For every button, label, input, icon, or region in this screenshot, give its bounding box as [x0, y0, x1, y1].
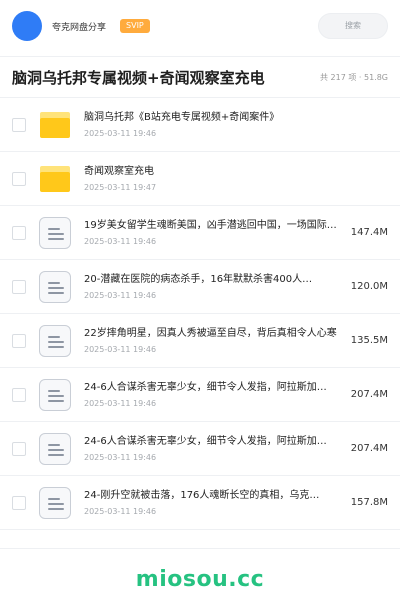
watermark: miosou.cc [135, 567, 265, 592]
list-item[interactable]: 20-潜藏在医院的病态杀手，16年默默杀害400人… 2025-03-11 19… [0, 260, 400, 314]
footer: miosou.cc [0, 548, 400, 600]
list-item[interactable]: 24-刚升空就被击落，176人魂断长空的真相，乌克… 2025-03-11 19… [0, 476, 400, 530]
item-date: 2025-03-11 19:46 [84, 290, 157, 300]
share-summary: 共 217 项 · 51.8G [320, 72, 388, 82]
item-date: 2025-03-11 19:46 [84, 506, 157, 516]
item-date: 2025-03-11 19:47 [84, 182, 157, 192]
select-checkbox[interactable] [12, 117, 26, 132]
item-date: 2025-03-11 19:46 [84, 236, 157, 246]
select-checkbox[interactable] [12, 225, 26, 240]
item-size: 135.5M [350, 335, 388, 346]
search-input[interactable]: 搜索 [318, 13, 388, 39]
select-checkbox[interactable] [12, 333, 26, 348]
item-info: 奇闻观察室充电 2025-03-11 19:47 [84, 165, 382, 193]
item-info: 24-6人合谋杀害无辜少女，细节令人发指，阿拉斯加… 2025-03-11 19… [84, 435, 345, 463]
item-size: 120.0M [350, 281, 388, 292]
select-checkbox[interactable] [12, 495, 26, 510]
item-info: 脑洞乌托邦《B站充电专属视频+奇闻案件》 2025-03-11 19:46 [84, 111, 382, 139]
list-item[interactable]: 脑洞乌托邦《B站充电专属视频+奇闻案件》 2025-03-11 19:46 [0, 98, 400, 152]
document-icon [38, 378, 72, 412]
select-checkbox[interactable] [12, 387, 26, 402]
item-name: 22岁摔角明星，因真人秀被逼至自尽，背后真相令人心寒 [84, 327, 337, 339]
item-name: 20-潜藏在医院的病态杀手，16年默默杀害400人… [84, 273, 313, 285]
item-info: 19岁美女留学生魂断美国，凶手潜逃回中国，一场国际大追捕 2025-03-11 … [84, 219, 345, 247]
share-title-bar: 脑洞乌托邦专属视频+奇闻观察室充电 共 217 项 · 51.8G [0, 56, 400, 98]
brand-label: 夸克网盘分享 [52, 22, 107, 33]
select-checkbox[interactable] [12, 171, 26, 186]
item-size: 207.4M [350, 389, 388, 400]
document-icon [38, 324, 72, 358]
document-icon [38, 486, 72, 520]
select-checkbox[interactable] [12, 279, 26, 294]
folder-icon [38, 162, 72, 196]
item-date: 2025-03-11 19:46 [84, 398, 157, 408]
vip-badge[interactable]: SVIP [120, 19, 150, 33]
item-date: 2025-03-11 19:46 [84, 128, 157, 138]
item-size: 157.8M [350, 497, 388, 508]
item-size: 147.4M [350, 227, 388, 238]
item-date: 2025-03-11 19:46 [84, 344, 157, 354]
list-item[interactable]: 19岁美女留学生魂断美国，凶手潜逃回中国，一场国际大追捕 2025-03-11 … [0, 206, 400, 260]
avatar[interactable] [12, 11, 42, 41]
item-name: 24-6人合谋杀害无辜少女，细节令人发指，阿拉斯加… [84, 381, 327, 393]
item-size: 207.4M [350, 443, 388, 454]
folder-icon [38, 108, 72, 142]
item-name: 24-6人合谋杀害无辜少女，细节令人发指，阿拉斯加… [84, 435, 327, 447]
select-checkbox[interactable] [12, 441, 26, 456]
item-name: 24-刚升空就被击落，176人魂断长空的真相，乌克… [84, 489, 320, 501]
item-info: 20-潜藏在医院的病态杀手，16年默默杀害400人… 2025-03-11 19… [84, 273, 345, 301]
item-info: 22岁摔角明星，因真人秀被逼至自尽，背后真相令人心寒 2025-03-11 19… [84, 327, 345, 355]
document-icon [38, 216, 72, 250]
document-icon [38, 432, 72, 466]
document-icon [38, 270, 72, 304]
list-item[interactable]: 24-6人合谋杀害无辜少女，细节令人发指，阿拉斯加… 2025-03-11 19… [0, 368, 400, 422]
item-date: 2025-03-11 19:46 [84, 452, 157, 462]
item-name: 奇闻观察室充电 [84, 165, 154, 177]
item-info: 24-刚升空就被击落，176人魂断长空的真相，乌克… 2025-03-11 19… [84, 489, 345, 517]
list-item[interactable]: 22岁摔角明星，因真人秀被逼至自尽，背后真相令人心寒 2025-03-11 19… [0, 314, 400, 368]
item-name: 脑洞乌托邦《B站充电专属视频+奇闻案件》 [84, 111, 280, 123]
app-header: 夸克网盘分享 SVIP 搜索 [0, 0, 400, 52]
item-info: 24-6人合谋杀害无辜少女，细节令人发指，阿拉斯加… 2025-03-11 19… [84, 381, 345, 409]
list-item[interactable]: 奇闻观察室充电 2025-03-11 19:47 [0, 152, 400, 206]
item-name: 19岁美女留学生魂断美国，凶手潜逃回中国，一场国际大追捕 [84, 219, 345, 231]
page-title: 脑洞乌托邦专属视频+奇闻观察室充电 [12, 68, 265, 87]
list-item[interactable]: 24-6人合谋杀害无辜少女，细节令人发指，阿拉斯加… 2025-03-11 19… [0, 422, 400, 476]
file-list: 脑洞乌托邦《B站充电专属视频+奇闻案件》 2025-03-11 19:46 奇闻… [0, 98, 400, 530]
